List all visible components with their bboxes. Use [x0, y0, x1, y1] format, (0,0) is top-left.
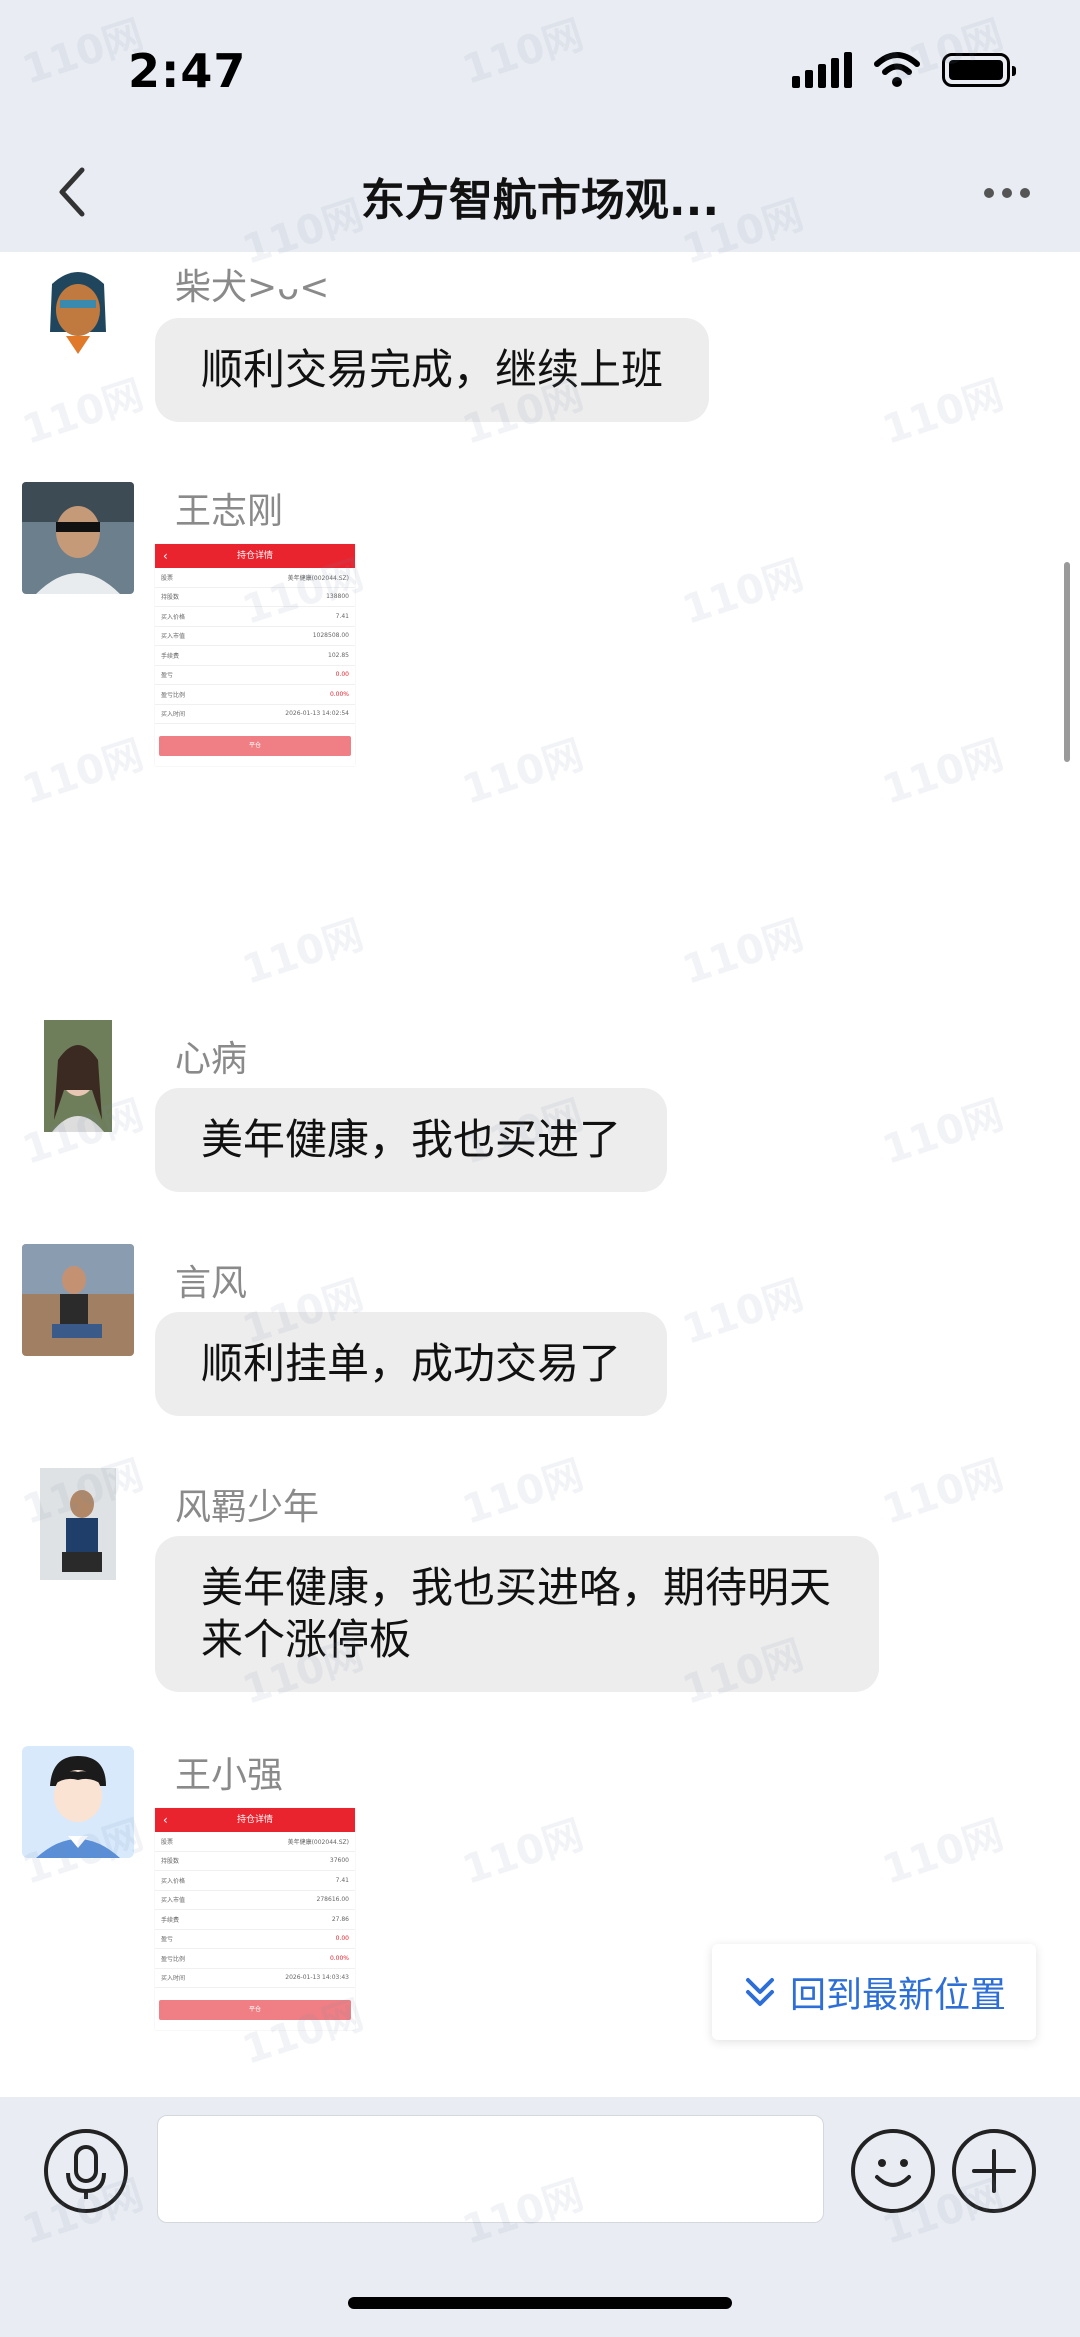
scrollbar[interactable] [1064, 562, 1070, 762]
avatar[interactable] [22, 262, 134, 374]
status-bar: 2:47 [0, 0, 1080, 140]
sender-name: 柴犬>ᴗ< [175, 267, 330, 308]
screenshot-header: ‹ 持仓详情 [155, 544, 355, 568]
voice-input-button[interactable] [44, 2129, 128, 2213]
microphone-icon [66, 2145, 106, 2199]
avatar[interactable] [22, 1468, 134, 1580]
screenshot-header: ‹ 持仓详情 [155, 1808, 355, 1832]
sender-name: 王志刚 [175, 491, 284, 532]
trade-screenshot[interactable]: ‹ 持仓详情 股票 美年健康(002044.SZ) 持股数 138800 买入价格 7.… [155, 544, 355, 766]
wifi-icon [874, 52, 920, 87]
message-bubble[interactable]: 美年健康，我也买进咯，期待明天来个涨停板 [155, 1536, 879, 1692]
battery-icon [942, 53, 1016, 87]
avatar[interactable] [22, 1020, 134, 1132]
sender-name: 王小强 [175, 1755, 284, 1796]
sender-name: 言风 [175, 1263, 248, 1304]
back-icon[interactable] [44, 162, 104, 222]
plus-icon [972, 2149, 1016, 2193]
message-bubble[interactable]: 顺利交易完成，继续上班 [155, 318, 710, 422]
sender-name: 风羁少年 [175, 1487, 320, 1528]
sender-name: 心病 [175, 1039, 248, 1080]
status-icons [792, 52, 1016, 88]
jump-to-latest-button[interactable]: 回到最新位置 [712, 1944, 1036, 2040]
status-time: 2:47 [128, 44, 247, 98]
double-chevron-down-icon [745, 1978, 774, 2006]
avatar[interactable] [22, 1746, 134, 1858]
avatar[interactable] [22, 482, 134, 594]
avatar[interactable] [22, 1244, 134, 1356]
more-options-icon[interactable] [984, 188, 1030, 198]
trade-screenshot[interactable]: ‹ 持仓详情 股票 美年健康(002044.SZ) 持股数 37600 买入价格 7.4… [155, 1808, 355, 2030]
message-bubble[interactable]: 顺利挂单，成功交易了 [155, 1312, 668, 1416]
message-input[interactable] [157, 2115, 824, 2223]
cellular-signal-icon [792, 52, 852, 88]
more-actions-button[interactable] [952, 2129, 1036, 2213]
emoji-button[interactable] [851, 2129, 935, 2213]
smiley-icon [875, 2159, 911, 2187]
jump-to-latest-label: 回到最新位置 [789, 1975, 1006, 2016]
message-list[interactable]: 柴犬>ᴗ< 顺利交易完成，继续上班 王志刚 ‹ 持仓详情 股票 美年健康(00204… [0, 252, 1080, 2097]
message-bubble[interactable]: 美年健康，我也买进了 [155, 1088, 668, 1192]
chat-title: 东方智航市场观... [360, 175, 720, 226]
home-indicator[interactable] [348, 2297, 732, 2309]
nav-bar: 东方智航市场观... [0, 140, 1080, 252]
